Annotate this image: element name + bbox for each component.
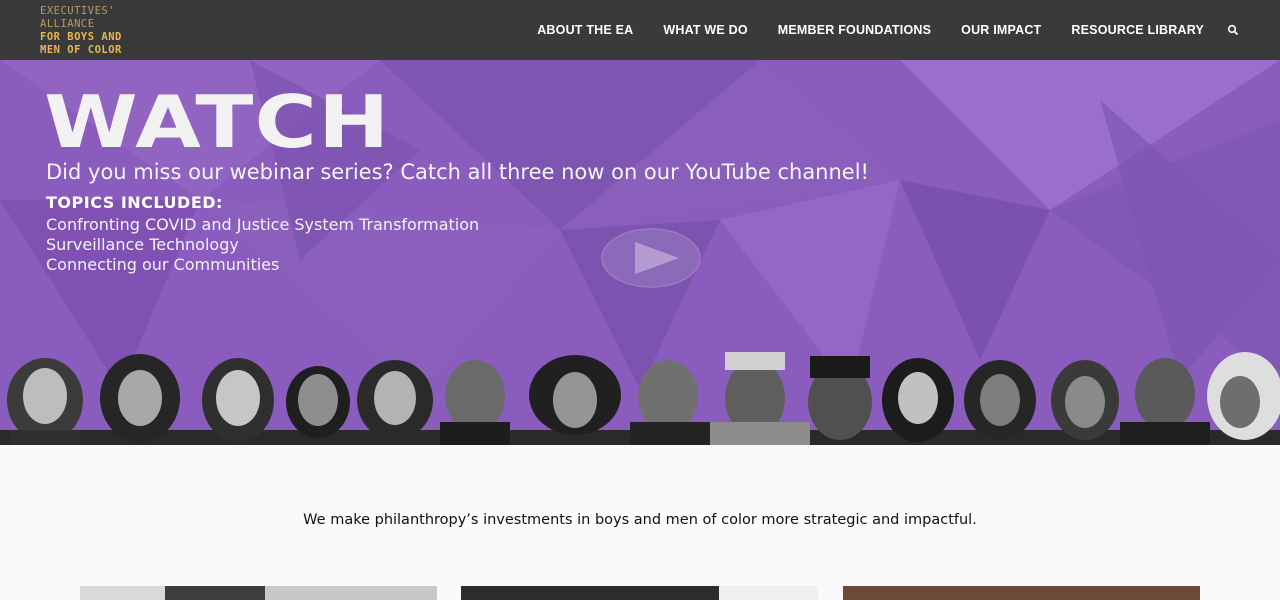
nav-resource-library[interactable]: RESOURCE LIBRARY (1071, 23, 1204, 37)
feature-card[interactable] (80, 586, 437, 600)
topic-item: Connecting our Communities (46, 255, 280, 274)
logo-line: ALLIANCE (40, 18, 95, 30)
hero-title: WATCH (44, 80, 391, 164)
site-logo[interactable]: EXECUTIVES' ALLIANCE FOR BOYS AND MEN OF… (40, 5, 122, 57)
feature-card[interactable] (461, 586, 818, 600)
hero-subtitle: Did you miss our webinar series? Catch a… (46, 160, 869, 184)
mission-tagline: We make philanthropy’s investments in bo… (303, 512, 977, 528)
feature-card[interactable] (843, 586, 1200, 600)
speakers-photo-strip (0, 352, 1280, 445)
site-header: EXECUTIVES' ALLIANCE FOR BOYS AND MEN OF… (0, 0, 1280, 60)
nav-our-impact[interactable]: OUR IMPACT (961, 23, 1041, 37)
nav-what-we-do[interactable]: WHAT WE DO (663, 23, 747, 37)
topic-item: Surveillance Technology (46, 235, 239, 254)
main-nav: ABOUT THE EA WHAT WE DO MEMBER FOUNDATIO… (507, 0, 1240, 60)
hero-banner[interactable]: WATCH Did you miss our webinar series? C… (0, 60, 1280, 445)
search-icon[interactable] (1226, 23, 1240, 37)
topic-item: Confronting COVID and Justice System Tra… (46, 215, 480, 234)
topics-heading: TOPICS INCLUDED: (46, 193, 223, 212)
nav-about[interactable]: ABOUT THE EA (537, 23, 633, 37)
logo-line: EXECUTIVES' (40, 5, 116, 17)
logo-line: FOR BOYS AND (40, 31, 122, 43)
play-icon[interactable] (601, 228, 701, 288)
nav-member-foundations[interactable]: MEMBER FOUNDATIONS (778, 23, 931, 37)
logo-line: MEN OF COLOR (40, 44, 122, 56)
